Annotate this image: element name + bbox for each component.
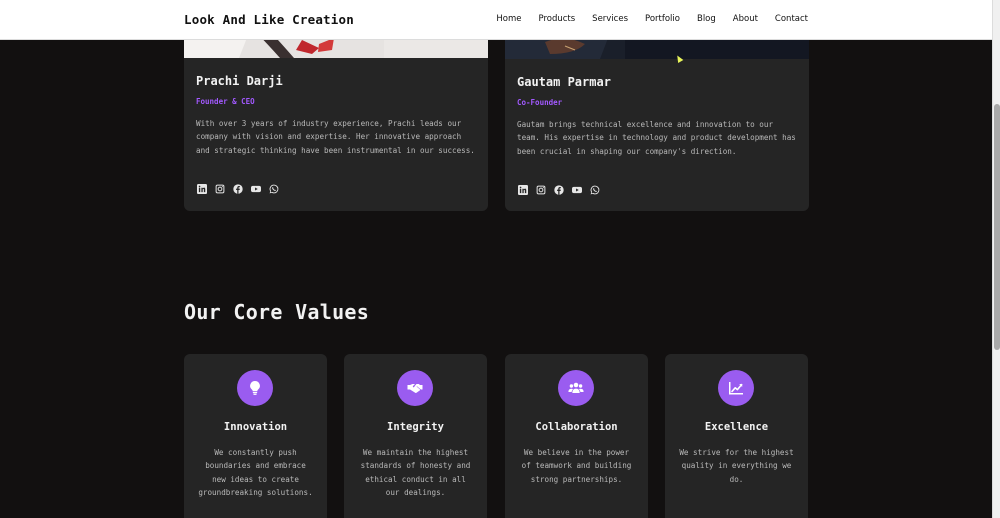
team-member-bio: With over 3 years of industry experience… — [196, 119, 475, 155]
team-member-bio: Gautam brings technical excellence and i… — [517, 120, 796, 156]
value-title: Collaboration — [535, 421, 618, 433]
nav-link-products[interactable]: Products — [538, 14, 575, 24]
nav-link-home[interactable]: Home — [496, 14, 521, 24]
linkedin-icon[interactable] — [196, 183, 208, 195]
page-scrollbar[interactable] — [992, 0, 1000, 518]
value-card-innovation: Innovation We constantly push boundaries… — [184, 354, 327, 518]
linkedin-icon[interactable] — [517, 184, 529, 196]
handshake-icon — [397, 370, 433, 406]
nav-link-services[interactable]: Services — [592, 14, 628, 24]
value-description: We constantly push boundaries and embrac… — [198, 448, 313, 498]
instagram-icon[interactable] — [535, 184, 547, 196]
value-title: Integrity — [387, 421, 444, 433]
team-card-prachi: Prachi Darji Founder & CEO With over 3 y… — [184, 20, 488, 211]
nav-link-about[interactable]: About — [733, 14, 758, 24]
value-card-excellence: Excellence We strive for the highest qua… — [665, 354, 808, 518]
facebook-icon[interactable] — [232, 183, 244, 195]
value-description: We strive for the highest quality in eve… — [679, 448, 794, 484]
users-icon — [558, 370, 594, 406]
social-links — [196, 183, 280, 195]
chart-line-icon — [718, 370, 754, 406]
section-title-core-values: Our Core Values — [184, 300, 370, 324]
top-navbar: Look And Like Creation Home Products Ser… — [0, 0, 992, 40]
social-links — [517, 184, 601, 196]
nav-links: Home Products Services Portfolio Blog Ab… — [479, 14, 808, 24]
instagram-icon[interactable] — [214, 183, 226, 195]
youtube-icon[interactable] — [571, 184, 583, 196]
team-member-name: Prachi Darji — [196, 74, 283, 88]
value-description: We maintain the highest standards of hon… — [360, 448, 471, 498]
nav-link-portfolio[interactable]: Portfolio — [645, 14, 680, 24]
whatsapp-icon[interactable] — [268, 183, 280, 195]
value-card-integrity: Integrity We maintain the highest standa… — [344, 354, 487, 518]
team-card-gautam: Gautam Parmar Co-Founder Gautam brings t… — [505, 20, 809, 211]
value-title: Excellence — [704, 421, 769, 433]
brand-logo-text[interactable]: Look And Like Creation — [184, 12, 354, 27]
facebook-icon[interactable] — [553, 184, 565, 196]
value-card-collaboration: Collaboration We believe in the power of… — [505, 354, 648, 518]
youtube-icon[interactable] — [250, 183, 262, 195]
nav-link-contact[interactable]: Contact — [775, 14, 808, 24]
lightbulb-icon — [237, 370, 273, 406]
team-member-role: Co-Founder — [517, 98, 563, 107]
team-member-role: Founder & CEO — [196, 97, 255, 106]
value-title: Innovation — [223, 421, 288, 433]
nav-link-blog[interactable]: Blog — [697, 14, 716, 24]
team-member-name: Gautam Parmar — [517, 75, 611, 89]
scrollbar-thumb[interactable] — [994, 104, 1000, 350]
value-description: We believe in the power of teamwork and … — [521, 448, 632, 484]
whatsapp-icon[interactable] — [589, 184, 601, 196]
